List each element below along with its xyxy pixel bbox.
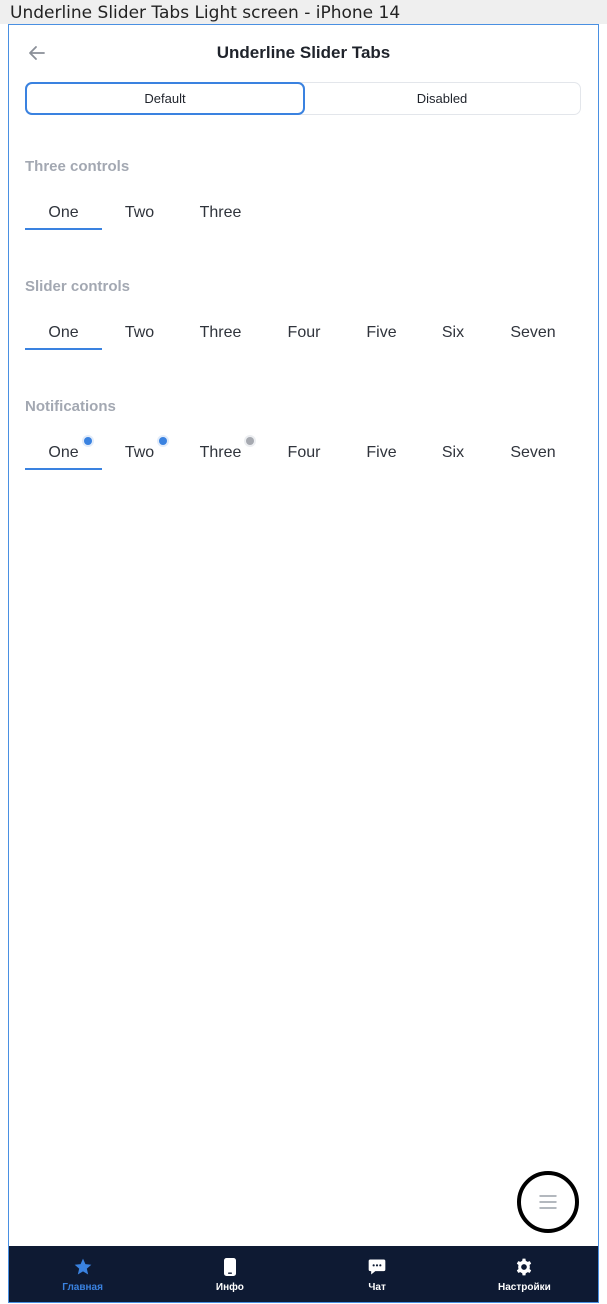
tab-bar: One Two Three Four Five Six Seven — [25, 437, 581, 476]
nav-label: Чат — [368, 1282, 386, 1293]
chat-icon — [368, 1259, 386, 1275]
tab-label: Two — [124, 437, 168, 464]
tab-bar: One Two Three Four Five Six Seven — [25, 322, 581, 356]
tab-text: Two — [124, 444, 155, 461]
tab-one[interactable]: One — [25, 437, 102, 476]
tab-three[interactable]: Three — [177, 437, 264, 476]
section-slider-controls: Slider controls One Two Three Four Five … — [25, 276, 581, 356]
section-title: Three controls — [25, 158, 130, 175]
tab-two[interactable]: Two — [102, 202, 177, 236]
tab-label: Five — [366, 324, 397, 341]
tab-label: Three — [199, 204, 242, 221]
tab-text: Three — [199, 444, 242, 461]
menu-icon — [539, 1195, 557, 1209]
tab-four[interactable]: Four — [264, 322, 344, 356]
tab-four[interactable]: Four — [264, 442, 344, 476]
tab-three[interactable]: Three — [177, 322, 264, 356]
notification-dot — [83, 437, 92, 445]
nav-label: Настройки — [497, 1282, 551, 1293]
section-title: Slider controls — [25, 278, 131, 295]
tab-label: Seven — [510, 324, 556, 341]
tab-text: One — [48, 444, 79, 461]
tab-bar: One Two Three — [25, 202, 581, 236]
tab-one[interactable]: One — [25, 202, 102, 236]
tab-six[interactable]: Six — [419, 442, 487, 476]
segment-default[interactable]: Default — [25, 82, 305, 115]
nav-item-chat[interactable]: Чат — [304, 1246, 451, 1302]
nav-item-info[interactable]: Инфо — [156, 1246, 303, 1302]
nav-label: Инфо — [215, 1282, 244, 1293]
tab-label: Two — [124, 204, 155, 221]
menu-fab-button[interactable] — [517, 1171, 579, 1233]
tab-three[interactable]: Three — [177, 202, 264, 236]
tab-five[interactable]: Five — [344, 442, 419, 476]
tab-label: Five — [366, 444, 397, 461]
segment-disabled[interactable]: Disabled — [304, 83, 580, 114]
tab-label: Three — [199, 324, 242, 341]
tab-label: Three — [199, 437, 255, 464]
tab-five[interactable]: Five — [344, 322, 419, 356]
segmented-control: Default Disabled — [25, 82, 581, 115]
frame-title: Underline Slider Tabs Light screen - iPh… — [0, 0, 607, 24]
page-title: Underline Slider Tabs — [216, 43, 391, 62]
notification-dot — [246, 437, 255, 445]
nav-item-settings[interactable]: Настройки — [451, 1246, 598, 1302]
tab-one[interactable]: One — [25, 322, 102, 356]
notification-dot — [159, 437, 168, 445]
tab-label: Six — [441, 444, 465, 461]
tab-label: One — [48, 437, 92, 464]
tab-label: One — [48, 324, 79, 341]
nav-label: Главная — [62, 1282, 103, 1293]
phone-icon — [223, 1258, 236, 1276]
tab-label: Seven — [510, 444, 556, 461]
tab-six[interactable]: Six — [419, 322, 487, 356]
tab-seven[interactable]: Seven — [487, 322, 579, 356]
gear-icon — [517, 1258, 532, 1276]
bottom-nav: Главная Инфо Чат Настройки — [9, 1246, 598, 1302]
nav-item-home[interactable]: Главная — [9, 1246, 156, 1302]
tab-label: Six — [441, 324, 465, 341]
section-notifications: Notifications One Two Three Four Five Si… — [25, 396, 581, 476]
tab-two[interactable]: Two — [102, 322, 177, 356]
phone-screen: Underline Slider Tabs Default Disabled T… — [8, 24, 599, 1303]
header: Underline Slider Tabs — [9, 25, 598, 83]
tab-label: Two — [124, 324, 155, 341]
section-title: Notifications — [25, 398, 116, 415]
section-three-controls: Three controls One Two Three — [25, 156, 581, 236]
tab-label: Four — [287, 324, 321, 341]
tab-label: Four — [287, 444, 321, 461]
tab-two[interactable]: Two — [102, 437, 177, 476]
tab-label: One — [48, 204, 79, 221]
tab-seven[interactable]: Seven — [487, 442, 579, 476]
star-icon — [74, 1258, 91, 1275]
